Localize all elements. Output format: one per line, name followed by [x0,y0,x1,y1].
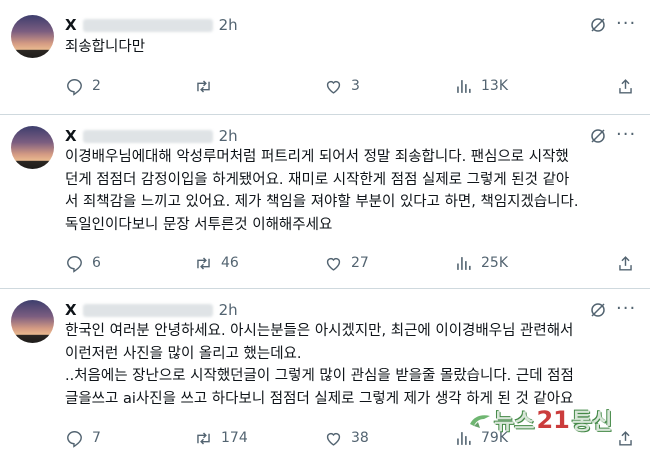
timestamp[interactable]: 2h [219,16,238,34]
watermark-text: 뉴스 [494,410,535,435]
post-header: X 2h [65,126,238,146]
more-icon[interactable]: ··· [616,15,636,37]
post-text: 이경배우님에대해 악성루머처럼 퍼트리게 되어서 정말 죄송합니다. 팬심으로 … [65,149,579,233]
reply-count: 2 [92,78,101,94]
reply-count: 7 [92,430,101,446]
more-icon[interactable]: ··· [616,126,636,148]
repost-count: 174 [221,430,248,446]
watermark-logo-icon [470,415,490,428]
display-name[interactable]: X [65,301,77,319]
heart-icon [326,432,341,446]
like-count: 38 [351,430,369,446]
view-count: 13K [481,78,508,94]
post-1[interactable]: X 2h ··· 죄송합니다만 2 3 13K [0,0,650,114]
display-name[interactable]: X [65,127,77,145]
grok-icon[interactable] [589,301,607,319]
reply-button[interactable]: 7 [65,428,101,448]
share-icon [619,430,632,446]
action-bar: 6 46 27 25K [65,253,645,273]
reply-icon [67,255,82,273]
avatar[interactable] [11,126,54,169]
like-button[interactable]: 3 [324,76,360,96]
share-button[interactable] [616,253,635,273]
timestamp[interactable]: 2h [219,127,238,145]
views-bar-chart-icon [457,79,471,93]
repost-button[interactable] [194,76,221,96]
reply-button[interactable]: 2 [65,76,101,96]
like-button[interactable]: 38 [324,428,369,448]
grok-icon[interactable] [589,127,607,145]
blurred-handle [82,18,213,32]
news-watermark: 뉴스 21 통신 [468,404,612,436]
watermark-number: 21 [536,406,570,434]
share-button[interactable] [616,76,635,96]
more-icon[interactable]: ··· [616,300,636,322]
post-text: 한국인 여러분 안녕하세요. 아시는분들은 아시겠지만, 최근에 이이경배우님 … [65,323,574,407]
repost-button[interactable]: 46 [194,253,239,273]
display-name[interactable]: X [65,16,77,34]
heart-icon [326,257,341,271]
blurred-handle [82,303,213,317]
reply-count: 6 [92,255,101,271]
grok-icon[interactable] [589,16,607,34]
avatar[interactable] [11,300,54,343]
like-button[interactable]: 27 [324,253,369,273]
like-count: 27 [351,255,369,271]
timestamp[interactable]: 2h [219,301,238,319]
share-icon [619,255,632,271]
views-bar-chart-icon [457,256,471,270]
views-button[interactable]: 13K [454,76,508,96]
post-2[interactable]: X 2h ··· 이경배우님에대해 악성루머처럼 퍼트리게 되어서 정말 죄송합… [0,115,650,288]
share-button[interactable] [616,428,635,448]
heart-icon [326,80,341,94]
action-bar: 2 3 13K [65,76,645,96]
repost-icon [197,256,210,270]
watermark-suffix: 통신 [571,410,613,435]
views-button[interactable]: 25K [454,253,508,273]
reply-icon [67,78,82,96]
post-text: 죄송합니다만 [65,39,146,55]
repost-button[interactable]: 174 [194,428,248,448]
blurred-handle [82,129,213,143]
avatar[interactable] [11,15,54,58]
post-header: X 2h [65,300,238,320]
share-icon [619,78,632,94]
reply-button[interactable]: 6 [65,253,101,273]
view-count: 25K [481,255,508,271]
repost-count: 46 [221,255,239,271]
post-header: X 2h [65,15,238,35]
like-count: 3 [351,78,360,94]
repost-icon [197,431,210,445]
repost-icon [197,79,210,93]
reply-icon [67,430,82,448]
